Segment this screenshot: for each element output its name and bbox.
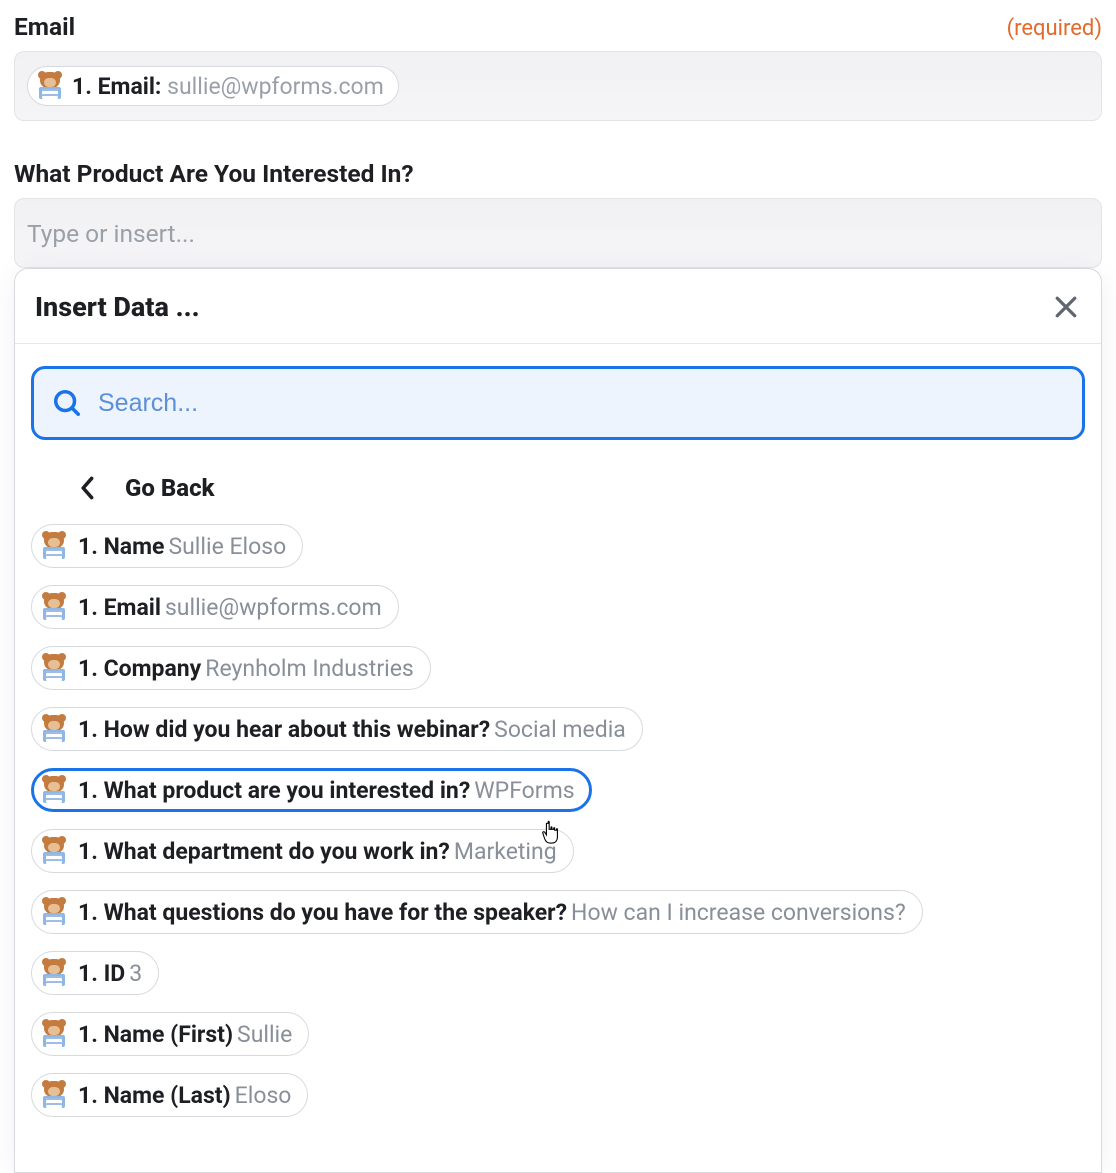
item-label: 1. Company (78, 655, 201, 682)
item-label: 1. Name (Last) (78, 1082, 231, 1109)
item-label: 1. Name (First) (78, 1021, 233, 1048)
item-value: Reynholm Industries (205, 655, 414, 682)
wpforms-icon (40, 715, 68, 743)
wpforms-icon (40, 654, 68, 682)
close-button[interactable] (1051, 292, 1081, 322)
item-label: 1. What product are you interested in? (78, 777, 470, 804)
item-value: sullie@wpforms.com (165, 594, 382, 621)
search-input[interactable] (98, 389, 1064, 418)
data-item[interactable]: 1. ID3 (31, 951, 159, 995)
item-value: Sullie Eloso (168, 533, 286, 560)
pill-label: 1. Email: (72, 73, 167, 100)
data-item[interactable]: 1. Emailsullie@wpforms.com (31, 585, 399, 629)
item-label: 1. What questions do you have for the sp… (78, 899, 567, 926)
search-box[interactable] (31, 366, 1085, 440)
item-value: Eloso (235, 1082, 292, 1109)
close-icon (1051, 292, 1081, 322)
wpforms-icon (40, 593, 68, 621)
wpforms-icon (40, 959, 68, 987)
data-item[interactable]: 1. What questions do you have for the sp… (31, 890, 923, 934)
product-placeholder: Type or insert... (27, 219, 195, 248)
wpforms-icon (40, 837, 68, 865)
item-label: 1. Name (78, 533, 164, 560)
data-item[interactable]: 1. What department do you work in?Market… (31, 829, 574, 873)
wpforms-icon (40, 898, 68, 926)
item-value: Social media (494, 716, 626, 743)
field-label-product: What Product Are You Interested In? (14, 159, 414, 188)
email-field-container[interactable]: 1. Email: sullie@wpforms.com (14, 51, 1102, 121)
item-label: 1. Email (78, 594, 161, 621)
search-icon (52, 388, 82, 418)
item-label: 1. What department do you work in? (78, 838, 450, 865)
item-value: 3 (129, 960, 142, 987)
wpforms-icon (36, 72, 64, 100)
data-item[interactable]: 1. NameSullie Eloso (31, 524, 303, 568)
wpforms-icon (40, 776, 68, 804)
chevron-left-icon (79, 476, 97, 500)
item-label: 1. How did you hear about this webinar? (78, 716, 490, 743)
required-indicator: (required) (1007, 16, 1102, 41)
data-item[interactable]: 1. How did you hear about this webinar?S… (31, 707, 643, 751)
data-item-scroll[interactable]: 1. NameSullie Eloso1. Emailsullie@wpform… (15, 524, 1101, 1172)
data-item[interactable]: 1. Name (Last)Eloso (31, 1073, 308, 1117)
data-item[interactable]: 1. CompanyReynholm Industries (31, 646, 431, 690)
email-field-pill[interactable]: 1. Email: sullie@wpforms.com (27, 66, 399, 106)
item-value: WPForms (474, 777, 574, 804)
product-field-container[interactable]: Type or insert... (14, 198, 1102, 268)
item-value: How can I increase conversions? (571, 899, 906, 926)
go-back-label: Go Back (125, 474, 215, 502)
wpforms-icon (40, 1081, 68, 1109)
item-label: 1. ID (78, 960, 125, 987)
insert-data-popup: Insert Data ... Go Back 1. NameSullie El… (14, 268, 1102, 1173)
wpforms-icon (40, 532, 68, 560)
popup-title: Insert Data ... (35, 291, 200, 323)
go-back-button[interactable]: Go Back (15, 450, 1101, 524)
field-label-email: Email (14, 12, 75, 41)
data-item[interactable]: 1. What product are you interested in?WP… (31, 768, 592, 812)
data-item[interactable]: 1. Name (First)Sullie (31, 1012, 309, 1056)
item-value: Marketing (454, 838, 557, 865)
item-value: Sullie (237, 1021, 292, 1048)
pill-value: sullie@wpforms.com (167, 73, 384, 100)
wpforms-icon (40, 1020, 68, 1048)
